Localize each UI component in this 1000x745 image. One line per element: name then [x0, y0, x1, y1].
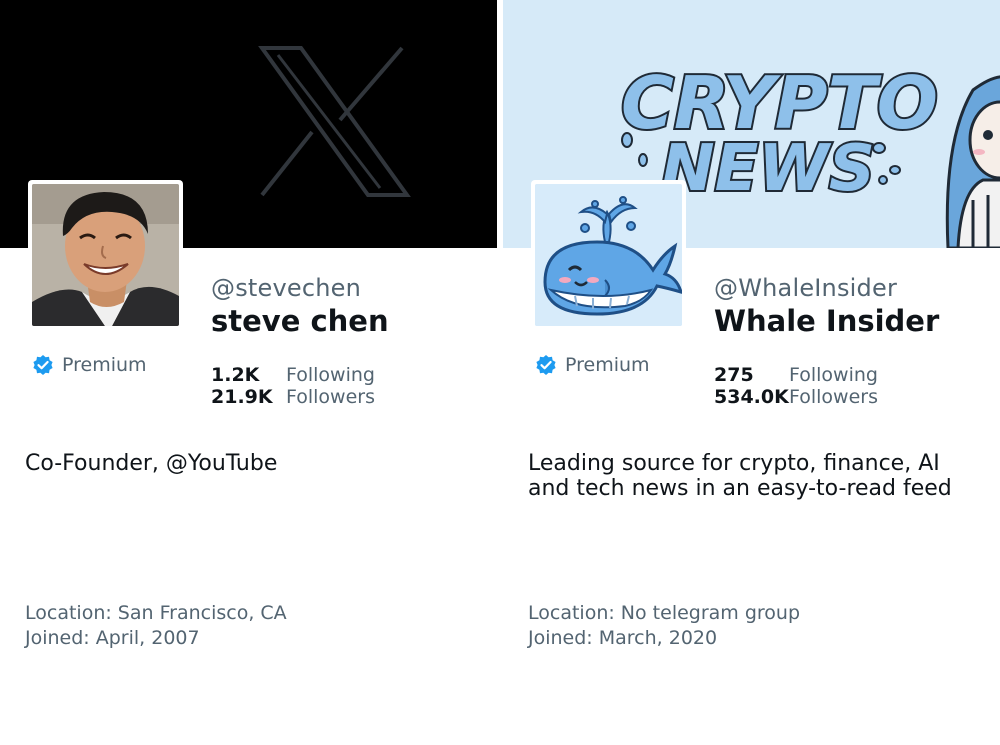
following-count: 1.2K — [211, 364, 260, 386]
following-count: 275 — [714, 364, 754, 386]
verified-badge-icon — [32, 354, 54, 376]
profile-card-stevechen: @stevechen steve chen Premium 1.2K Follo… — [0, 0, 497, 745]
profile-handle[interactable]: @stevechen — [211, 274, 361, 302]
verified-badge-icon — [535, 354, 557, 376]
mascot-character — [945, 75, 1000, 248]
followers-count: 21.9K — [211, 386, 273, 408]
profile-name[interactable]: steve chen — [211, 304, 389, 338]
profile-bio: Co-Founder, @YouTube — [25, 451, 485, 476]
premium-badge: Premium — [32, 354, 147, 376]
whale-icon — [535, 184, 682, 326]
bio-line: and tech news in an easy-to-read feed — [528, 476, 952, 501]
person-photo — [32, 184, 179, 326]
follow-stats: 1.2K Following 21.9K Followers — [211, 364, 375, 408]
premium-badge: Premium — [535, 354, 650, 376]
joined-text: Joined: March, 2020 — [528, 627, 718, 649]
following-label: Following — [789, 364, 878, 386]
premium-label: Premium — [62, 354, 147, 376]
following-stat[interactable]: 1.2K Following — [211, 364, 375, 386]
profile-bio: Leading source for crypto, finance, AI a… — [528, 451, 988, 501]
location-text: Location: No telegram group — [528, 602, 801, 624]
followers-stat[interactable]: 534.0K Followers — [714, 386, 878, 408]
follow-stats: 275 Following 534.0K Followers — [714, 364, 878, 408]
location-text: Location: San Francisco, CA — [25, 602, 287, 624]
following-stat[interactable]: 275 Following — [714, 364, 878, 386]
joined-text: Joined: April, 2007 — [25, 627, 200, 649]
avatar[interactable] — [28, 180, 183, 330]
banner-text-news: NEWS — [661, 132, 875, 206]
bio-line: Leading source for crypto, finance, AI — [528, 451, 940, 476]
following-label: Following — [286, 364, 375, 386]
followers-count: 534.0K — [714, 386, 789, 408]
bio-line: Co-Founder, @YouTube — [25, 451, 278, 476]
profile-meta: Location: No telegram group Joined: Marc… — [528, 601, 800, 651]
avatar[interactable] — [531, 180, 686, 330]
profile-card-whaleinsider: CRYPTO NEWS @WhaleInsider Whale Insider … — [503, 0, 1000, 745]
profile-handle[interactable]: @WhaleInsider — [714, 274, 897, 302]
followers-label: Followers — [789, 386, 878, 408]
premium-label: Premium — [565, 354, 650, 376]
followers-stat[interactable]: 21.9K Followers — [211, 386, 375, 408]
profile-meta: Location: San Francisco, CA Joined: Apri… — [25, 601, 287, 651]
followers-label: Followers — [286, 386, 375, 408]
profile-name[interactable]: Whale Insider — [714, 304, 939, 338]
